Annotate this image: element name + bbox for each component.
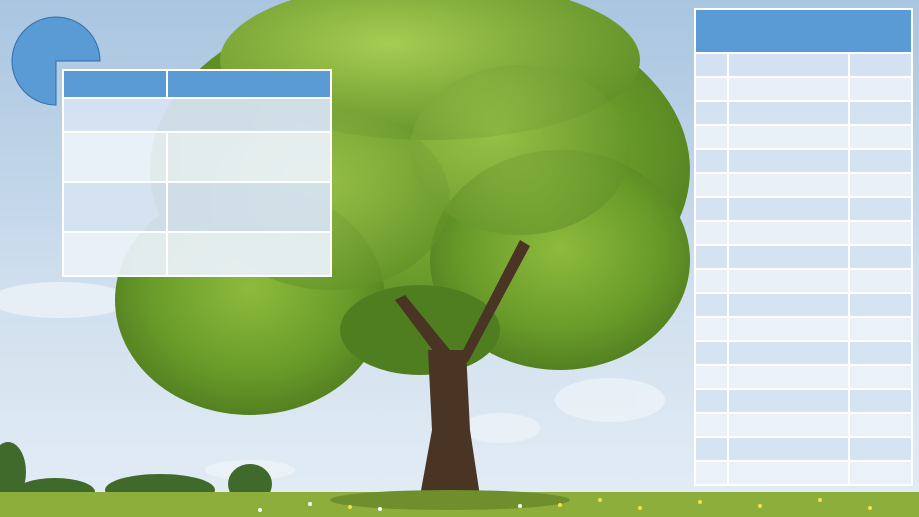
table-cell [727,388,850,414]
table-cell [727,316,850,342]
table-cell [847,412,914,438]
table-row [694,148,914,174]
table-cell [166,131,332,183]
table-cell [847,148,914,174]
header-cell [166,69,332,99]
table-row [694,412,914,438]
table-cell [727,244,850,270]
table-row [694,268,914,294]
table-cell [694,196,729,222]
table-header-row [62,69,332,99]
table-cell [694,148,729,174]
table-cell [694,76,729,102]
table-cell [694,388,729,414]
table-row [694,316,914,342]
table-row [694,340,914,366]
table-cell [694,100,729,126]
table-cell [694,268,729,294]
table-cell [727,460,850,486]
table-row [694,244,914,270]
table-cell [727,364,850,390]
table-row [694,292,914,318]
table-cell [694,460,729,486]
table-cell [727,340,850,366]
table-cell [847,364,914,390]
table-row [694,52,914,78]
table-cell [727,52,850,78]
table-cell [847,244,914,270]
table-cell [694,124,729,150]
table-cell [694,292,729,318]
right-data-table [693,8,914,486]
table-row [694,76,914,102]
table-cell [694,412,729,438]
table-cell [727,148,850,174]
table-row [62,181,332,233]
table-cell [847,124,914,150]
table-cell [62,131,168,183]
table-cell [727,76,850,102]
table-cell [847,292,914,318]
table-cell [847,196,914,222]
table-row [694,388,914,414]
table-cell [727,124,850,150]
table-row [694,100,914,126]
table-cell [727,292,850,318]
table-cell [694,244,729,270]
table-cell [847,388,914,414]
table-cell [694,52,729,78]
table-cell [847,172,914,198]
table-cell [694,220,729,246]
table-cell [727,436,850,462]
header-cell [62,69,168,99]
table-cell [694,436,729,462]
table-cell [847,100,914,126]
table-cell [847,268,914,294]
left-data-table [62,69,332,277]
table-cell [847,460,914,486]
table-header-row [693,8,914,54]
table-row [694,460,914,486]
table-cell [727,172,850,198]
table-row [62,231,332,277]
table-cell [166,181,332,233]
table-cell [694,340,729,366]
table-cell [727,100,850,126]
table-row [694,220,914,246]
table-row [694,364,914,390]
table-cell [166,231,332,277]
table-cell [847,76,914,102]
table-cell [727,196,850,222]
table-row [694,124,914,150]
table-cell [727,412,850,438]
table-row [694,196,914,222]
table-cell [694,316,729,342]
table-row [694,436,914,462]
table-row [694,172,914,198]
table-cell [847,340,914,366]
table-cell [694,364,729,390]
meadow [0,490,919,517]
table-cell [847,436,914,462]
table-cell [727,268,850,294]
table-cell [62,231,168,277]
table-cell [847,52,914,78]
table-row [62,131,332,183]
table-cell [694,172,729,198]
table-cell [847,316,914,342]
header-cell [693,8,914,54]
table-cell [62,97,332,133]
table-cell [62,181,168,233]
table-cell [727,220,850,246]
table-row [62,97,332,133]
table-cell [847,220,914,246]
